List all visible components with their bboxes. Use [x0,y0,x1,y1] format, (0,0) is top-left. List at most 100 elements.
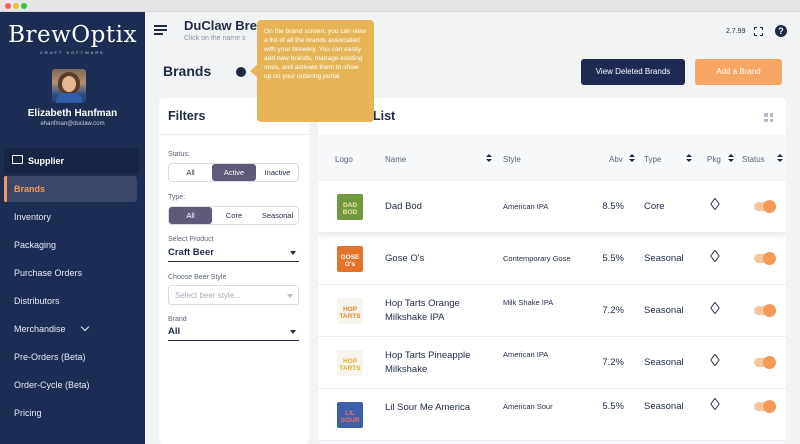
type-option-all[interactable]: All [169,207,212,224]
brand-style: American IPA [503,202,549,211]
status-toggle[interactable] [754,304,776,317]
sidebar-item-packaging[interactable]: Packaging [4,232,137,258]
brand-name[interactable]: Gose O's [385,252,495,266]
package-icon[interactable] [710,249,720,263]
tour-hotspot[interactable] [236,67,246,77]
sidebar-section-supplier[interactable]: Supplier [4,148,139,174]
filters-panel: Filters Status: All Active Inactive Type… [159,98,309,444]
maximize-window-icon[interactable] [21,3,27,9]
menu-icon[interactable] [154,25,167,35]
close-window-icon[interactable] [5,3,11,9]
avatar-body [56,93,82,103]
brand-logo-text: HOP TARTS [339,306,361,320]
type-filter-label: Type: [168,194,186,201]
view-deleted-brands-button[interactable]: View Deleted Brands [581,59,685,85]
table-row[interactable]: GOSE O's Gose O's Contemporary Gose 5.5%… [318,233,786,285]
brand-name[interactable]: Lil Sour Me America [385,401,495,415]
brand-select-label: Brand [168,316,187,323]
sidebar-item-label: Merchandise [14,324,66,334]
column-header-type[interactable]: Type [644,155,661,164]
column-header-status[interactable]: Status [742,155,765,164]
sort-icon[interactable] [486,154,492,164]
brand-name[interactable]: Hop Tarts Orange Milkshake IPA [385,297,495,325]
sidebar-item-order-cycle[interactable]: Order-Cycle (Beta) [4,372,137,398]
grid-view-icon[interactable] [764,113,773,122]
type-filter: All Core Seasonal [168,206,299,225]
sidebar-item-inventory[interactable]: Inventory [4,204,137,230]
sidebar-item-brands[interactable]: Brands [4,176,137,202]
status-toggle[interactable] [754,356,776,369]
status-option-all[interactable]: All [169,164,212,181]
brand-name[interactable]: Hop Tarts Pineapple Milkshake [385,349,495,377]
brand-select[interactable]: All [168,326,180,337]
brand-table: Logo Name Style Abv Type Pkg Status DAD … [318,135,786,444]
brand-type: Seasonal [644,253,684,264]
package-icon[interactable] [710,397,720,411]
table-row[interactable]: LIL SOUR Lil Sour Me America American So… [318,389,786,441]
caret-down-icon [287,294,293,298]
avatar[interactable] [52,69,86,103]
sidebar-item-label: Packaging [14,240,57,250]
column-header-style[interactable]: Style [503,155,521,164]
brand-style: American IPA [503,350,549,359]
brand-logo: GOSE O's [337,246,363,272]
sidebar-item-label: Distributors [14,296,60,306]
package-icon[interactable] [710,197,720,211]
table-row[interactable]: DAD BOD Dad Bod American IPA 8.5% Core [318,181,786,233]
onboarding-tooltip[interactable]: On the brand screen, you can view a list… [257,20,374,122]
brand-abv: 5.5% [602,401,624,412]
page-title: Brands [163,63,212,79]
sidebar-item-merchandise[interactable]: Merchandise [4,316,137,342]
status-toggle[interactable] [754,400,776,413]
brand-abv: 5.5% [602,253,624,264]
brand-logo: HOP TARTS [337,298,363,324]
status-toggle[interactable] [754,252,776,265]
toggle-knob [763,200,776,213]
sidebar-item-pricing[interactable]: Pricing [4,400,137,426]
column-header-pkg[interactable]: Pkg [707,155,721,164]
type-option-seasonal[interactable]: Seasonal [256,207,299,224]
product-select-label: Select Product [168,236,214,243]
list-title: List [373,109,396,123]
status-option-inactive[interactable]: Inactive [256,164,299,181]
status-option-active[interactable]: Active [212,164,256,181]
table-row[interactable]: HOP TARTS Hop Tarts Orange Milkshake IPA… [318,285,786,337]
column-header-abv[interactable]: Abv [609,155,623,164]
sidebar-section-label: Supplier [28,156,65,166]
brand-logo: LIL SOUR [337,402,363,428]
toggle-knob [763,400,776,413]
brand-style: Contemporary Gose [503,254,571,263]
add-brand-button[interactable]: Add a Brand [695,59,782,85]
brand-list-panel: List Logo Name Style Abv Type Pkg Status… [318,98,786,444]
brand-logo-text: HOP TARTS [339,358,361,372]
beer-style-select[interactable]: Select beer style... [168,285,299,305]
product-select[interactable]: Craft Beer [168,247,214,258]
truck-icon [12,155,23,164]
app-logo[interactable]: BrewOptix [0,22,145,48]
sidebar-item-pre-orders[interactable]: Pre-Orders (Beta) [4,344,137,370]
beer-style-placeholder: Select beer style... [175,291,241,300]
chevron-down-icon [80,322,90,332]
column-header-name[interactable]: Name [385,155,406,164]
filters-title: Filters [168,109,206,123]
table-row[interactable]: HOP TARTS Hop Tarts Pineapple Milkshake … [318,337,786,389]
sort-icon[interactable] [777,154,783,164]
sidebar-item-distributors[interactable]: Distributors [4,288,137,314]
sort-icon[interactable] [686,154,692,164]
page-header-title: DuClaw Brew [184,18,268,33]
fullscreen-icon[interactable] [754,27,763,36]
brand-logo-text: DAD BOD [342,202,358,216]
package-icon[interactable] [710,353,720,367]
brand-name[interactable]: Dad Bod [385,200,495,214]
sort-icon[interactable] [728,154,734,164]
sort-icon[interactable] [629,154,635,164]
beer-style-label: Choose Beer Style [168,274,227,281]
minimize-window-icon[interactable] [13,3,19,9]
status-toggle[interactable] [754,200,776,213]
help-icon[interactable]: ? [775,25,787,37]
sidebar-item-label: Order-Cycle (Beta) [14,380,90,390]
type-option-core[interactable]: Core [212,207,256,224]
sidebar-item-purchase-orders[interactable]: Purchase Orders [4,260,137,286]
package-icon[interactable] [710,301,720,315]
window-titlebar [0,0,800,12]
